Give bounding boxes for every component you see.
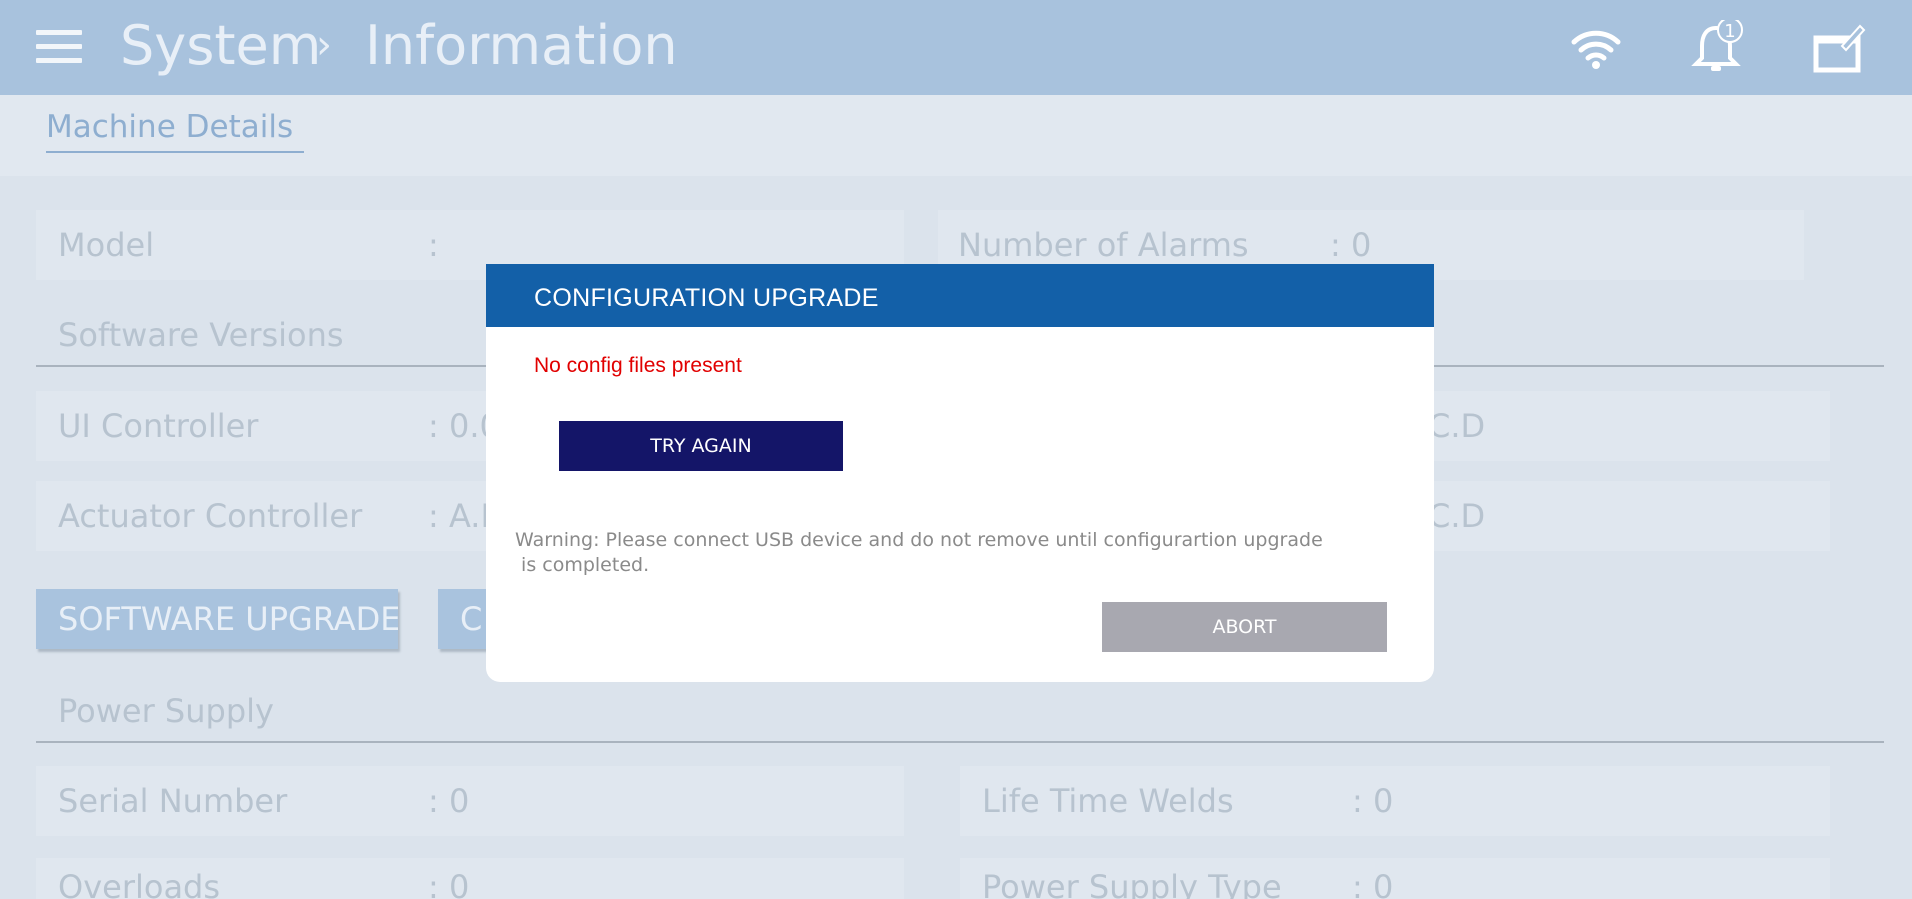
bell-icon[interactable]: 1	[1686, 20, 1746, 76]
top-header: System › Information 1	[0, 0, 1912, 95]
usb-warning-text: Warning: Please connect USB device and d…	[515, 528, 1395, 578]
power-divider	[36, 741, 1884, 743]
actuator-controller-right-value: C.D	[1428, 497, 1486, 535]
error-message: No config files present	[534, 354, 742, 377]
power-supply-type-value: : 0	[1352, 868, 1394, 899]
model-label: Model	[58, 226, 155, 264]
wifi-icon[interactable]	[1566, 20, 1626, 76]
alarms-label: Number of Alarms	[958, 226, 1249, 264]
breadcrumb-system[interactable]: System	[120, 14, 321, 78]
alarms-value: : 0	[1330, 226, 1372, 264]
power-supply-title: Power Supply	[58, 692, 274, 730]
software-versions-title: Software Versions	[58, 316, 344, 354]
warning-line-2: is completed.	[515, 554, 650, 576]
lifetime-welds-value: : 0	[1352, 782, 1394, 820]
power-supply-type-label: Power Supply Type	[982, 868, 1282, 899]
ui-controller-label: UI Controller	[58, 407, 259, 445]
breadcrumb-separator: ›	[316, 22, 332, 68]
overloads-label: Overloads	[58, 868, 221, 899]
ui-controller-right-value: C.D	[1428, 407, 1486, 445]
configuration-upgrade-dialog: CONFIGURATION UPGRADE No config files pr…	[486, 264, 1434, 682]
warning-line-1: Warning: Please connect USB device and d…	[515, 529, 1323, 551]
actuator-controller-label: Actuator Controller	[58, 497, 363, 535]
tab-bar: Machine Details	[0, 95, 1912, 176]
dialog-header: CONFIGURATION UPGRADE	[486, 264, 1434, 327]
serial-number-value: : 0	[428, 782, 470, 820]
try-again-button[interactable]: TRY AGAIN	[559, 421, 843, 471]
tab-machine-details[interactable]: Machine Details	[46, 109, 304, 153]
abort-button[interactable]: ABORT	[1102, 602, 1387, 652]
edit-screen-icon[interactable]	[1808, 20, 1868, 76]
serial-number-label: Serial Number	[58, 782, 288, 820]
software-upgrade-button[interactable]: SOFTWARE UPGRADE	[36, 589, 398, 649]
model-value: :	[428, 226, 439, 264]
notification-count-badge: 1	[1724, 21, 1735, 42]
lifetime-welds-label: Life Time Welds	[982, 782, 1234, 820]
overloads-value: : 0	[428, 868, 470, 899]
hamburger-menu-icon[interactable]	[36, 30, 84, 64]
dialog-title: CONFIGURATION UPGRADE	[534, 284, 879, 312]
page: System › Information 1 Machine Details M…	[0, 0, 1912, 899]
breadcrumb-information: Information	[365, 14, 678, 77]
